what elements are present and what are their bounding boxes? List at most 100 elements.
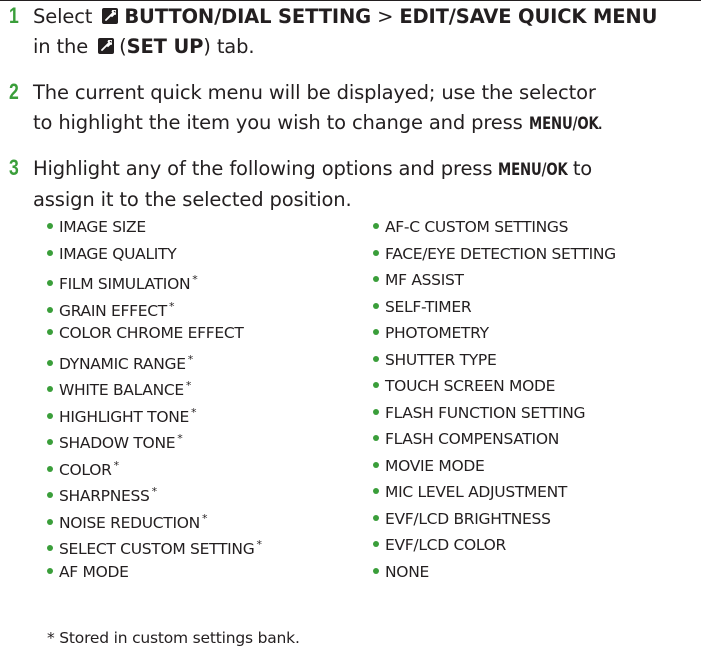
- step-1-line-1: Select BUTTON/DIAL SETTING > EDIT/SAVE Q…: [33, 2, 699, 32]
- option-list-item: MF ASSIST: [373, 267, 616, 294]
- option-list-item: PHOTOMETRY: [373, 320, 616, 347]
- submenu-item-label: EDIT/SAVE QUICK MENU: [399, 5, 658, 28]
- bullet-icon: [373, 488, 379, 494]
- bullet-icon: [47, 359, 53, 366]
- bullet-icon: [47, 280, 53, 286]
- option-list-item: FACE/EYE DETECTION SETTING: [373, 241, 616, 268]
- option-label: MF ASSIST: [385, 271, 464, 289]
- bullet-icon: [47, 386, 53, 392]
- custom-bank-star: *: [191, 405, 197, 419]
- bullet-icon: [47, 412, 53, 419]
- option-label: HIGHLIGHT TONE: [59, 407, 190, 426]
- option-label: TOUCH SCREEN MODE: [385, 377, 556, 395]
- options-list-left: IMAGE SIZE IMAGE QUALITY FILM SIMULATION * G…: [47, 214, 262, 585]
- wrench-icon: [102, 8, 119, 24]
- option-label: FILM SIMULATION: [59, 275, 191, 293]
- option-label: NOISE REDUCTION: [59, 513, 200, 532]
- option-list-item: EVF/LCD COLOR: [373, 532, 616, 559]
- option-label: EVF/LCD BRIGHTNESS: [385, 509, 551, 528]
- option-list-item: WHITE BALANCE *: [47, 373, 262, 400]
- footnote: * Stored in custom settings bank.: [47, 629, 300, 647]
- option-list-item: NOISE REDUCTION *: [47, 506, 262, 533]
- option-list-item: COLOR CHROME EFFECT: [47, 320, 262, 347]
- step-2-line-1: The current quick menu will be displayed…: [33, 81, 596, 104]
- bullet-icon: [373, 249, 379, 256]
- option-list-item: SELECT CUSTOM SETTING *: [47, 532, 262, 559]
- option-label: AF MODE: [59, 562, 129, 581]
- option-label: MOVIE MODE: [385, 456, 485, 475]
- option-label: PHOTOMETRY: [385, 324, 489, 342]
- options-list-right: AF-C CUSTOM SETTINGS FACE/EYE DETECTION S…: [373, 214, 616, 585]
- bullet-icon: [373, 541, 379, 547]
- option-list-item: AF MODE: [47, 559, 262, 586]
- option-list-item: SELF-TIMER: [373, 294, 616, 321]
- option-label: IMAGE SIZE: [59, 218, 146, 236]
- separator: >: [377, 5, 394, 28]
- step-3-text-part-2: to: [572, 157, 593, 180]
- option-list-item: SHADOW TONE *: [47, 426, 262, 453]
- bullet-icon: [373, 223, 379, 229]
- bullet-icon: [373, 408, 379, 415]
- bullet-icon: [47, 545, 53, 551]
- wrench-icon: [98, 38, 115, 54]
- bullet-icon: [47, 249, 53, 256]
- option-label: COLOR: [59, 460, 112, 479]
- option-list-item: SHUTTER TYPE: [373, 347, 616, 374]
- option-label: FLASH COMPENSATION: [385, 430, 560, 448]
- option-list-item: MOVIE MODE: [373, 453, 616, 480]
- option-list-item: MIC LEVEL ADJUSTMENT: [373, 479, 616, 506]
- bullet-icon: [47, 306, 53, 313]
- tab-name: SET UP: [126, 35, 204, 58]
- option-list-item: IMAGE QUALITY: [47, 241, 262, 268]
- option-label: SELF-TIMER: [385, 297, 472, 316]
- option-list-item: FLASH FUNCTION SETTING: [373, 400, 616, 427]
- option-list-item: AF-C CUSTOM SETTINGS: [373, 214, 616, 241]
- step-number: 3: [9, 155, 19, 180]
- option-label: SHADOW TONE: [59, 434, 176, 452]
- option-list-item: NONE: [373, 559, 616, 586]
- option-label: SHUTTER TYPE: [385, 350, 497, 369]
- step-text: Select BUTTON/DIAL SETTING > EDIT/SAVE Q…: [33, 2, 699, 62]
- option-label: SHARPNESS: [59, 487, 150, 505]
- step-1-line-2: in the (SET UP) tab.: [33, 35, 255, 58]
- bullet-icon: [47, 329, 53, 335]
- bullet-icon: [47, 567, 53, 574]
- option-label: IMAGE QUALITY: [59, 244, 177, 263]
- bullet-icon: [47, 492, 53, 498]
- bullet-icon: [373, 276, 379, 282]
- step-2-line-2: to highlight the item you wish to change…: [33, 108, 699, 139]
- bullet-icon: [373, 514, 379, 521]
- option-label: WHITE BALANCE: [59, 381, 184, 399]
- custom-bank-star: *: [192, 273, 198, 286]
- custom-bank-star: *: [177, 432, 183, 445]
- option-list-item: SHARPNESS *: [47, 479, 262, 506]
- select-label: Select: [33, 5, 93, 28]
- option-label: NONE: [385, 562, 429, 581]
- bullet-icon: [373, 355, 379, 362]
- in-the-label: in the: [33, 35, 89, 58]
- step-number: 1: [9, 3, 19, 28]
- step-3-line-1: Highlight any of the following options a…: [33, 154, 699, 185]
- bullet-icon: [373, 567, 379, 574]
- step-2-text: to highlight the item you wish to change…: [33, 111, 523, 134]
- option-list-item: IMAGE SIZE: [47, 214, 262, 241]
- step-3-text-part-1: Highlight any of the following options a…: [33, 157, 493, 180]
- option-list-item: FLASH COMPENSATION: [373, 426, 616, 453]
- option-label: DYNAMIC RANGE: [59, 354, 186, 373]
- option-label: GRAIN EFFECT: [59, 301, 167, 320]
- custom-bank-star: *: [168, 299, 175, 313]
- bullet-icon: [47, 465, 53, 472]
- menu-ok-button-label: MENU/OK: [498, 160, 569, 180]
- bullet-icon: [373, 302, 379, 309]
- menu-item-label: BUTTON/DIAL SETTING: [124, 5, 371, 28]
- option-list-item: COLOR *: [47, 453, 262, 480]
- custom-bank-star: *: [185, 379, 192, 392]
- option-label: FACE/EYE DETECTION SETTING: [385, 244, 616, 263]
- custom-bank-star: *: [187, 352, 194, 366]
- option-label: MIC LEVEL ADJUSTMENT: [385, 483, 568, 501]
- step-text: The current quick menu will be displayed…: [33, 78, 699, 139]
- step-text: Highlight any of the following options a…: [33, 154, 699, 215]
- option-list-item: EVF/LCD BRIGHTNESS: [373, 506, 616, 533]
- options-area: IMAGE SIZE IMAGE QUALITY FILM SIMULATION * G…: [0, 214, 701, 614]
- option-label: FLASH FUNCTION SETTING: [385, 403, 586, 422]
